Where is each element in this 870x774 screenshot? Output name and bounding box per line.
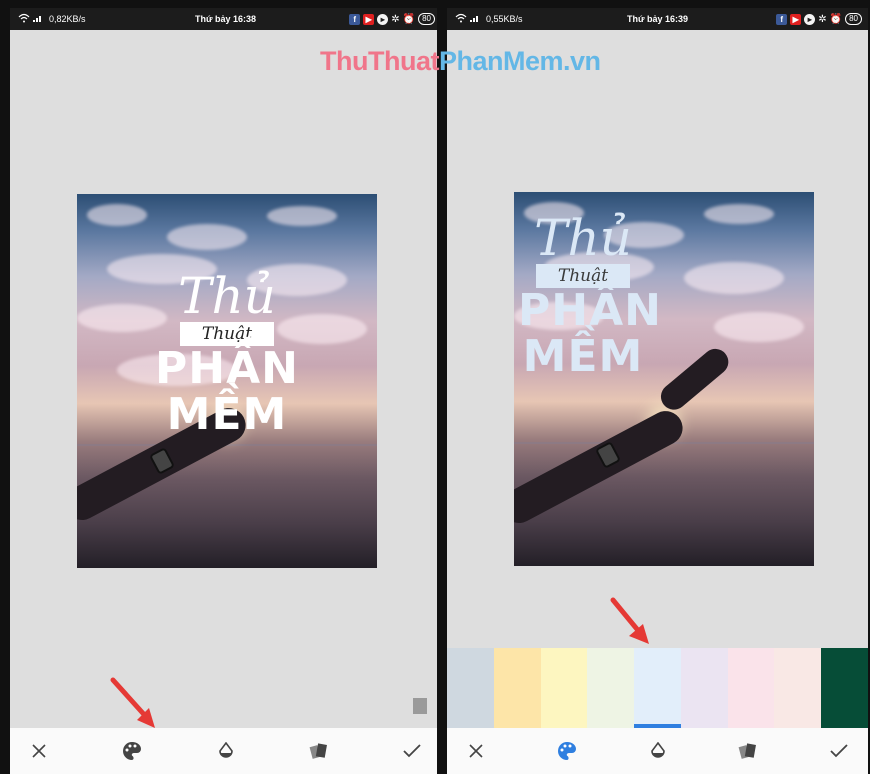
left-phone-screen: 0,82KB/s Thứ bảy 16:38 f ▶ ▸ ✲ ⏰ 80 Thủ … — [0, 0, 443, 774]
poster-line-4: MỀM — [522, 331, 644, 382]
status-bar: 0,55KB/s Thứ bảy 16:39 f ▶ ▸ ✲ ⏰ 80 — [447, 8, 868, 30]
bookmark-icon[interactable] — [413, 698, 427, 714]
poster-line-4: MỀM — [166, 389, 288, 440]
poster-line-1: Thủ — [534, 209, 632, 267]
poster-text[interactable]: Thủ Thuật PHẦN MỀM — [518, 209, 662, 382]
cloud — [704, 204, 774, 224]
color-swatch[interactable] — [493, 648, 541, 728]
cloud — [684, 262, 784, 294]
cloud — [714, 312, 804, 342]
droplet-icon[interactable] — [647, 740, 669, 762]
wifi-icon — [455, 13, 467, 25]
color-swatch[interactable] — [634, 648, 681, 728]
top-bezel — [10, 0, 441, 8]
right-phone-screen: 0,55KB/s Thứ bảy 16:39 f ▶ ▸ ✲ ⏰ 80 Thủ … — [437, 0, 870, 774]
poster-line-1: Thủ — [178, 267, 276, 325]
layers-icon[interactable] — [737, 740, 759, 762]
arm-silhouette — [514, 405, 689, 530]
wifi-icon — [18, 13, 30, 25]
edit-toolbar — [10, 728, 441, 774]
status-time: Thứ bảy 16:39 — [626, 14, 689, 24]
color-swatch[interactable] — [774, 648, 822, 728]
youtube-icon: ▶ — [790, 13, 802, 25]
color-palette — [447, 648, 868, 728]
alarm-icon: ⏰ — [829, 13, 843, 25]
cloud — [267, 206, 337, 226]
close-icon[interactable] — [28, 740, 50, 762]
play-icon: ▸ — [804, 13, 816, 25]
watermark: ThuThuatPhanMem.vn — [320, 46, 601, 77]
facebook-icon: f — [776, 13, 788, 25]
sync-icon: ✲ — [818, 13, 827, 25]
check-icon[interactable] — [401, 740, 423, 762]
sync-icon: ✲ — [391, 13, 400, 25]
poster-text[interactable]: Thủ Thuật PHẦN MỀM — [137, 270, 317, 438]
battery-indicator: 80 — [845, 13, 862, 25]
color-swatch[interactable] — [821, 648, 868, 728]
red-arrow-annotation — [110, 677, 155, 728]
watermark-part-3: .vn — [563, 46, 601, 76]
close-icon[interactable] — [465, 740, 487, 762]
status-bar: 0,82KB/s Thứ bảy 16:38 f ▶ ▸ ✲ ⏰ 80 — [10, 8, 441, 30]
color-swatch[interactable] — [727, 648, 775, 728]
check-icon[interactable] — [828, 740, 850, 762]
facebook-icon: f — [349, 13, 361, 25]
battery-indicator: 80 — [418, 13, 435, 25]
youtube-icon: ▶ — [363, 13, 375, 25]
network-speed: 0,55KB/s — [486, 14, 523, 24]
palette-icon[interactable] — [556, 740, 578, 762]
poster-line-3: PHẦN — [155, 343, 299, 394]
hand-silhouette — [655, 343, 734, 415]
edit-toolbar — [447, 728, 868, 774]
watermark-part-1: ThuThuat — [320, 46, 439, 76]
layers-icon[interactable] — [308, 740, 330, 762]
cloud — [87, 204, 147, 226]
top-bezel — [447, 0, 868, 8]
red-arrow-annotation — [610, 597, 649, 644]
status-time: Thứ bảy 16:38 — [194, 14, 257, 24]
cloud — [167, 224, 247, 250]
poster-line-3: PHẦN — [518, 285, 662, 336]
alarm-icon: ⏰ — [402, 13, 416, 25]
network-speed: 0,82KB/s — [49, 14, 86, 24]
color-swatch[interactable] — [587, 648, 635, 728]
poster-photo[interactable]: Thủ Thuật PHẦN MỀM — [77, 194, 377, 568]
poster-photo[interactable]: Thủ Thuật PHẦN MỀM — [514, 192, 814, 566]
signal-icon — [470, 14, 480, 24]
droplet-icon[interactable] — [215, 740, 237, 762]
watermark-part-2: PhanMem — [438, 46, 564, 76]
palette-icon[interactable] — [121, 740, 143, 762]
color-swatch[interactable] — [540, 648, 588, 728]
color-swatch[interactable] — [447, 648, 494, 728]
color-swatch[interactable] — [680, 648, 728, 728]
signal-icon — [33, 14, 43, 24]
play-icon: ▸ — [377, 13, 389, 25]
